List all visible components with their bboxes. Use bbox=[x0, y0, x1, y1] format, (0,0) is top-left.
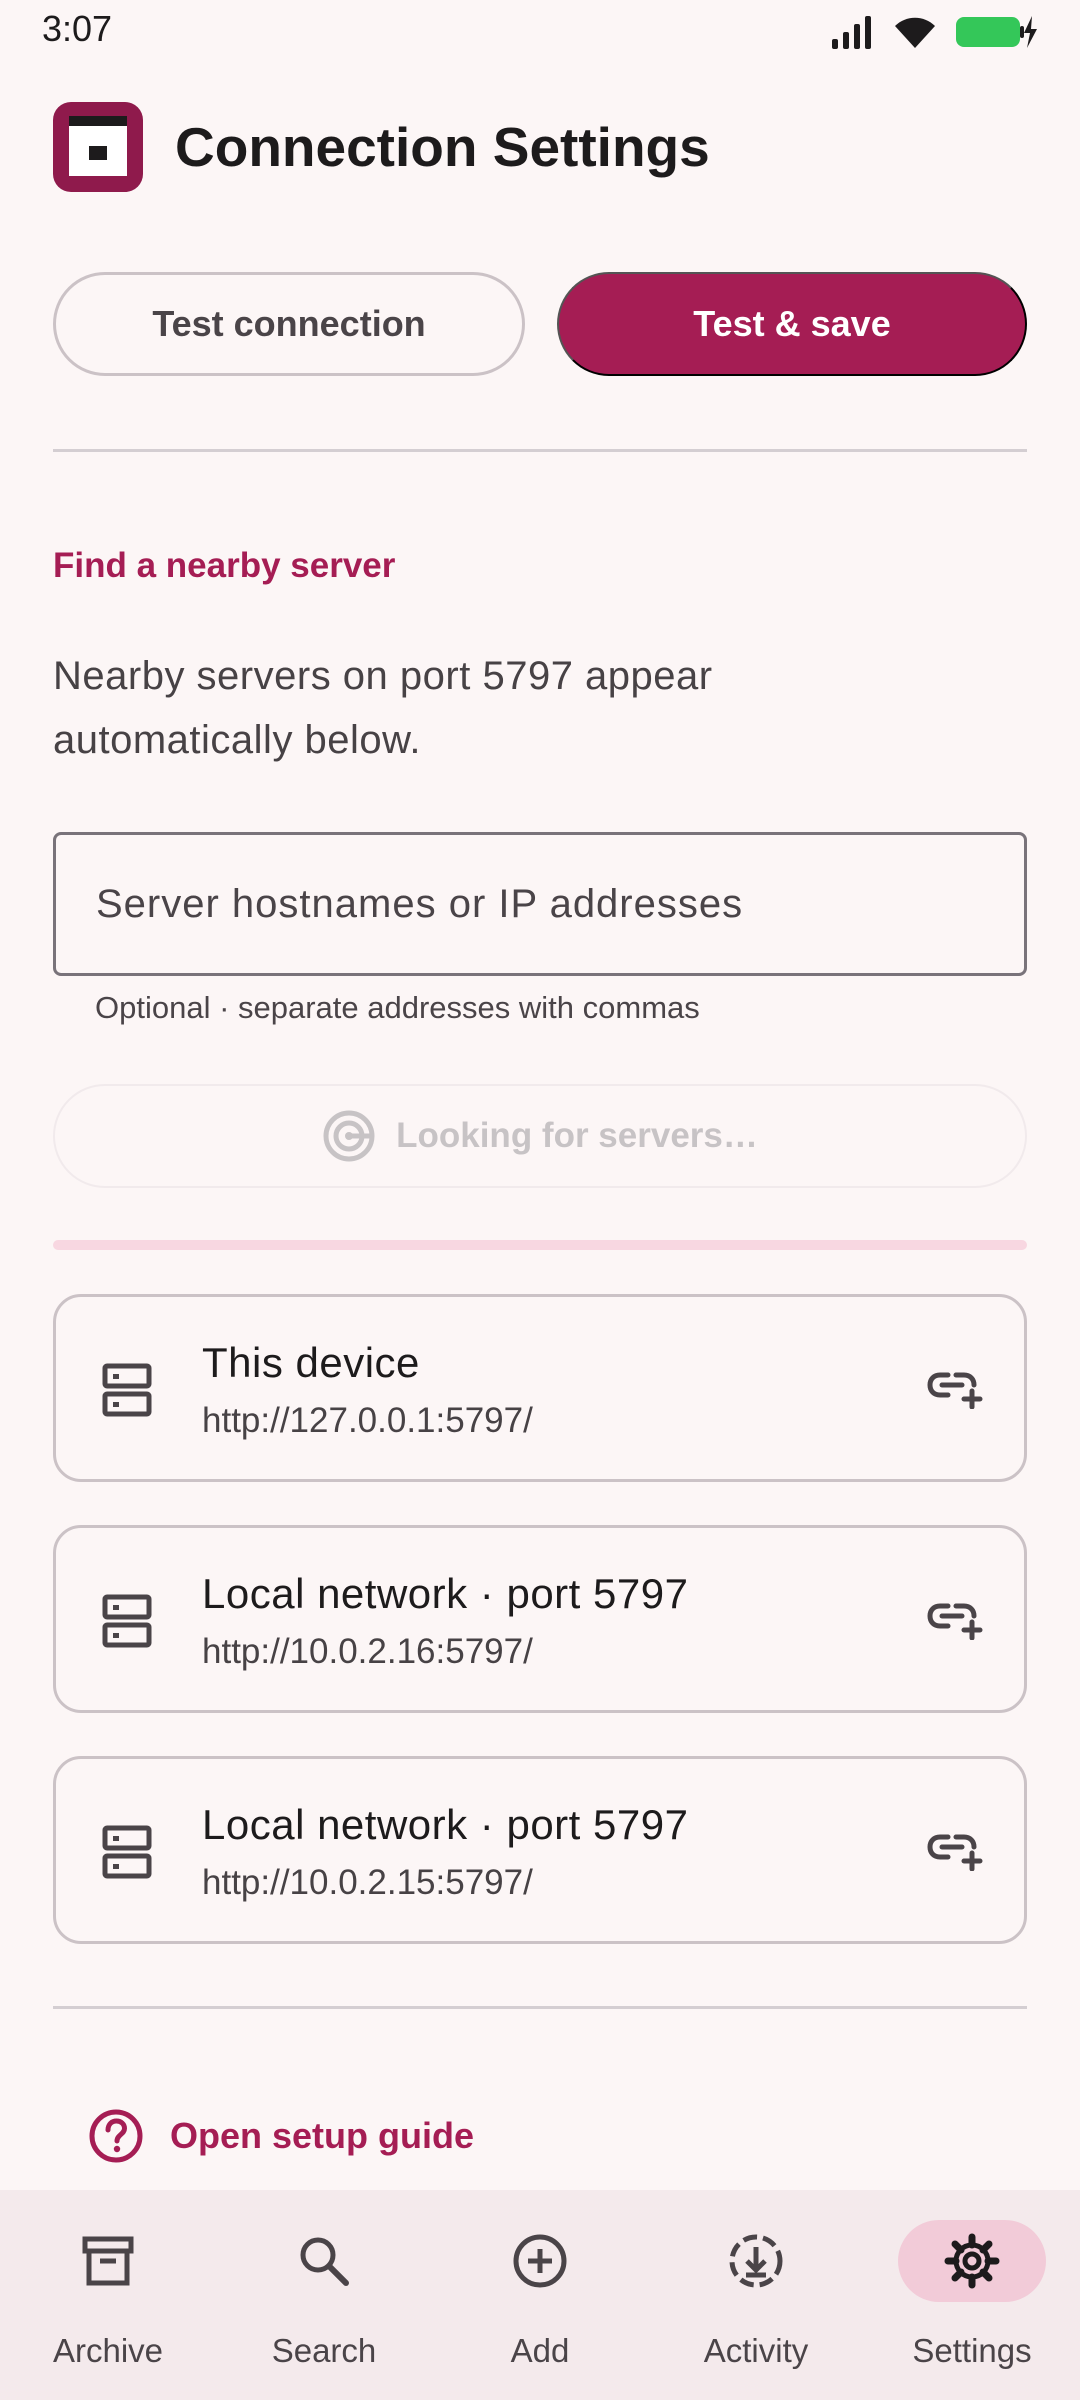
server-icon bbox=[102, 1825, 152, 1879]
bottom-navigation: Archive Search Add Activity Settings bbox=[0, 2190, 1080, 2400]
server-url: http://10.0.2.15:5797/ bbox=[202, 1863, 533, 1902]
nav-label: Activity bbox=[703, 2332, 809, 2369]
app-header: Connection Settings bbox=[53, 102, 710, 192]
test-connection-button[interactable]: Test connection bbox=[53, 272, 525, 376]
status-time: 3:07 bbox=[42, 8, 113, 49]
add-link-icon[interactable] bbox=[926, 1600, 984, 1640]
server-url: http://10.0.2.16:5797/ bbox=[202, 1632, 533, 1671]
add-link-icon[interactable] bbox=[926, 1369, 984, 1409]
section-description: Nearby servers on port 5797 appear autom… bbox=[53, 654, 713, 762]
server-name: Local network · port 5797 bbox=[202, 1801, 689, 1848]
searching-label: Looking for servers… bbox=[396, 1116, 758, 1155]
battery-charging-icon bbox=[956, 16, 1037, 48]
divider bbox=[53, 2006, 1027, 2009]
nav-pill bbox=[34, 2220, 182, 2302]
wifi-icon bbox=[895, 17, 935, 48]
nav-label: Search bbox=[271, 2332, 377, 2369]
status-icons bbox=[830, 12, 1038, 52]
server-hostnames-field[interactable] bbox=[53, 832, 1027, 976]
page-title: Connection Settings bbox=[175, 116, 710, 178]
search-icon bbox=[300, 2237, 349, 2286]
section-title: Find a nearby server bbox=[53, 546, 396, 585]
radar-icon bbox=[323, 1110, 375, 1162]
server-card-this-device[interactable]: This device http://127.0.0.1:5797/ bbox=[53, 1294, 1027, 1482]
nav-item-archive[interactable]: Archive bbox=[0, 2190, 216, 2400]
open-setup-guide-link[interactable]: Open setup guide bbox=[88, 2108, 474, 2164]
field-helper-text: Optional · separate addresses with comma… bbox=[95, 990, 700, 1025]
signal-icon bbox=[832, 16, 871, 49]
server-hostnames-input[interactable] bbox=[56, 835, 1024, 973]
server-icon bbox=[102, 1594, 152, 1648]
server-name: Local network · port 5797 bbox=[202, 1570, 689, 1617]
nav-pill bbox=[250, 2220, 398, 2302]
nav-item-add[interactable]: Add bbox=[432, 2190, 648, 2400]
searching-servers-button: Looking for servers… bbox=[53, 1084, 1027, 1188]
app-logo bbox=[53, 102, 143, 192]
add-circle-icon bbox=[513, 2234, 567, 2288]
nav-item-search[interactable]: Search bbox=[216, 2190, 432, 2400]
nav-item-activity[interactable]: Activity bbox=[648, 2190, 864, 2400]
help-circle-icon bbox=[89, 2109, 143, 2163]
server-icon bbox=[102, 1363, 152, 1417]
add-link-icon[interactable] bbox=[926, 1831, 984, 1871]
server-url: http://127.0.0.1:5797/ bbox=[202, 1401, 533, 1440]
server-name: This device bbox=[202, 1339, 420, 1386]
nav-label: Settings bbox=[912, 2332, 1032, 2369]
nav-pill-active bbox=[898, 2220, 1046, 2302]
gear-icon bbox=[944, 2233, 1000, 2289]
archive-icon bbox=[82, 2236, 134, 2286]
action-buttons: Test connection Test & save bbox=[53, 272, 1027, 376]
divider bbox=[53, 449, 1027, 452]
download-progress-icon bbox=[729, 2234, 783, 2288]
nav-label: Add bbox=[510, 2332, 570, 2369]
nav-pill bbox=[682, 2220, 830, 2302]
server-card-local-network[interactable]: Local network · port 5797 http://10.0.2.… bbox=[53, 1756, 1027, 1944]
nav-label: Archive bbox=[52, 2332, 164, 2369]
test-and-save-button[interactable]: Test & save bbox=[557, 272, 1027, 376]
discovery-progress-bar bbox=[53, 1240, 1027, 1250]
setup-guide-label: Open setup guide bbox=[170, 2115, 475, 2156]
nav-item-settings[interactable]: Settings bbox=[864, 2190, 1080, 2400]
nav-pill bbox=[466, 2220, 614, 2302]
status-bar: 3:07 bbox=[0, 0, 1080, 60]
server-card-local-network[interactable]: Local network · port 5797 http://10.0.2.… bbox=[53, 1525, 1027, 1713]
